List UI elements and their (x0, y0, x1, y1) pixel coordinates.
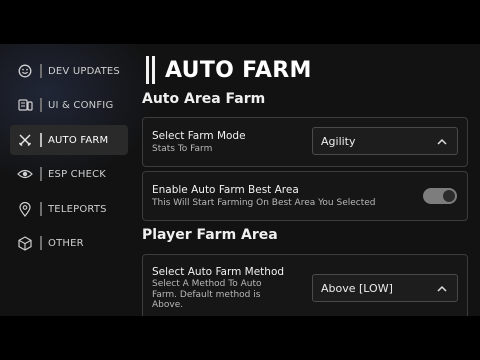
dropdown-value: Agility (321, 134, 356, 148)
main-content: AUTO FARM Auto Area Farm Select Farm Mod… (142, 44, 480, 316)
sidebar-item-label: AUTO FARM (48, 134, 109, 146)
cube-icon (17, 235, 33, 251)
farm-mode-card: Select Farm Mode Stats To Farm Agility (142, 117, 468, 167)
page-title: AUTO FARM (165, 57, 312, 83)
toggle-knob (443, 190, 455, 202)
farm-method-title: Select Auto Farm Method (152, 266, 285, 278)
crossed-swords-icon (17, 132, 33, 148)
map-pin-icon (17, 201, 33, 217)
sidebar-item-label: DEV UPDATES (48, 65, 120, 77)
sidebar-item-label: OTHER (48, 237, 84, 249)
nav-divider (40, 202, 42, 216)
page-header: AUTO FARM (146, 56, 312, 84)
farm-mode-desc: Stats To Farm (152, 144, 213, 154)
sidebar-item-label: UI & CONFIG (48, 99, 114, 111)
farm-method-desc: Select A Method To Auto Farm. Default me… (152, 279, 302, 311)
nav-divider (40, 133, 42, 147)
section-title-player-area: Player Farm Area (142, 227, 278, 243)
sidebar-item-teleports[interactable]: TELEPORTS (10, 194, 128, 224)
best-area-title: Enable Auto Farm Best Area (152, 184, 299, 196)
farm-mode-dropdown[interactable]: Agility (312, 127, 458, 155)
nav-divider (40, 167, 42, 181)
best-area-toggle[interactable] (423, 188, 457, 204)
farm-method-desc-line: Select A Method To Auto (152, 279, 262, 289)
title-accent-bars (146, 56, 155, 84)
chevron-up-icon (437, 136, 447, 146)
section-title-auto-area: Auto Area Farm (142, 91, 266, 107)
farm-mode-title: Select Farm Mode (152, 130, 246, 142)
farm-method-desc-line: Above. (152, 300, 184, 310)
best-area-card: Enable Auto Farm Best Area This Will Sta… (142, 171, 468, 221)
config-icon (17, 97, 33, 113)
nav-divider (40, 64, 42, 78)
nav-divider (40, 98, 42, 112)
eye-icon (17, 166, 33, 182)
farm-method-dropdown[interactable]: Above [LOW] (312, 274, 458, 302)
sidebar-item-ui-config[interactable]: UI & CONFIG (10, 90, 128, 120)
app-window: DEV UPDATES UI & CONFIG AUTO FARM ESP CH… (0, 44, 480, 316)
sidebar-item-esp-check[interactable]: ESP CHECK (10, 159, 128, 189)
farm-method-card: Select Auto Farm Method Select A Method … (142, 254, 468, 316)
best-area-desc: This Will Start Farming On Best Area You… (152, 198, 376, 208)
chevron-up-icon (437, 283, 447, 293)
sidebar-item-label: ESP CHECK (48, 168, 107, 180)
nav-divider (40, 236, 42, 250)
sidebar: DEV UPDATES UI & CONFIG AUTO FARM ESP CH… (0, 44, 136, 316)
sidebar-item-dev-updates[interactable]: DEV UPDATES (10, 56, 128, 86)
farm-method-desc-line: Farm. Default method is (152, 289, 261, 300)
smiley-icon (17, 63, 33, 79)
dropdown-value: Above [LOW] (321, 281, 393, 295)
sidebar-item-other[interactable]: OTHER (10, 228, 128, 258)
sidebar-item-auto-farm[interactable]: AUTO FARM (10, 125, 128, 155)
sidebar-item-label: TELEPORTS (48, 203, 107, 215)
